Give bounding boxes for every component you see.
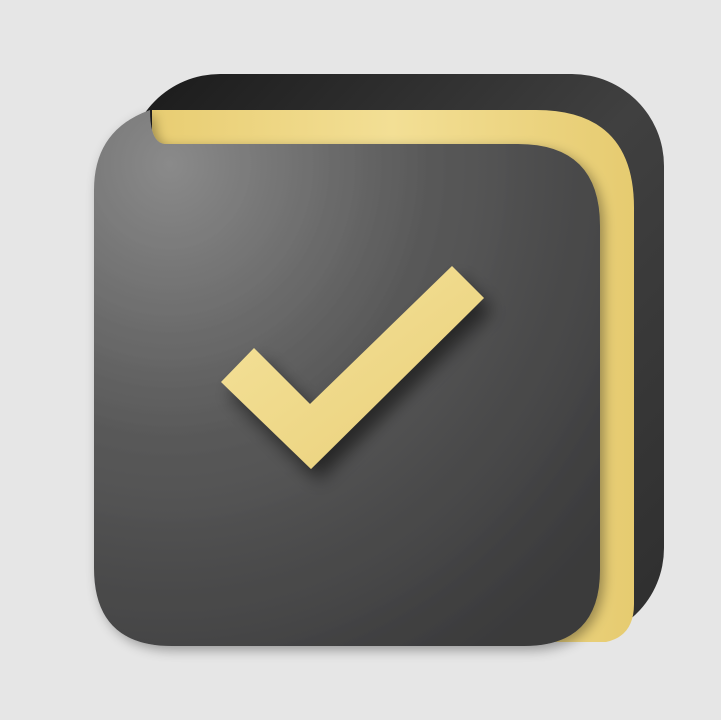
icon-canvas bbox=[0, 0, 721, 720]
checklist-notebook-app-icon[interactable] bbox=[0, 0, 721, 720]
